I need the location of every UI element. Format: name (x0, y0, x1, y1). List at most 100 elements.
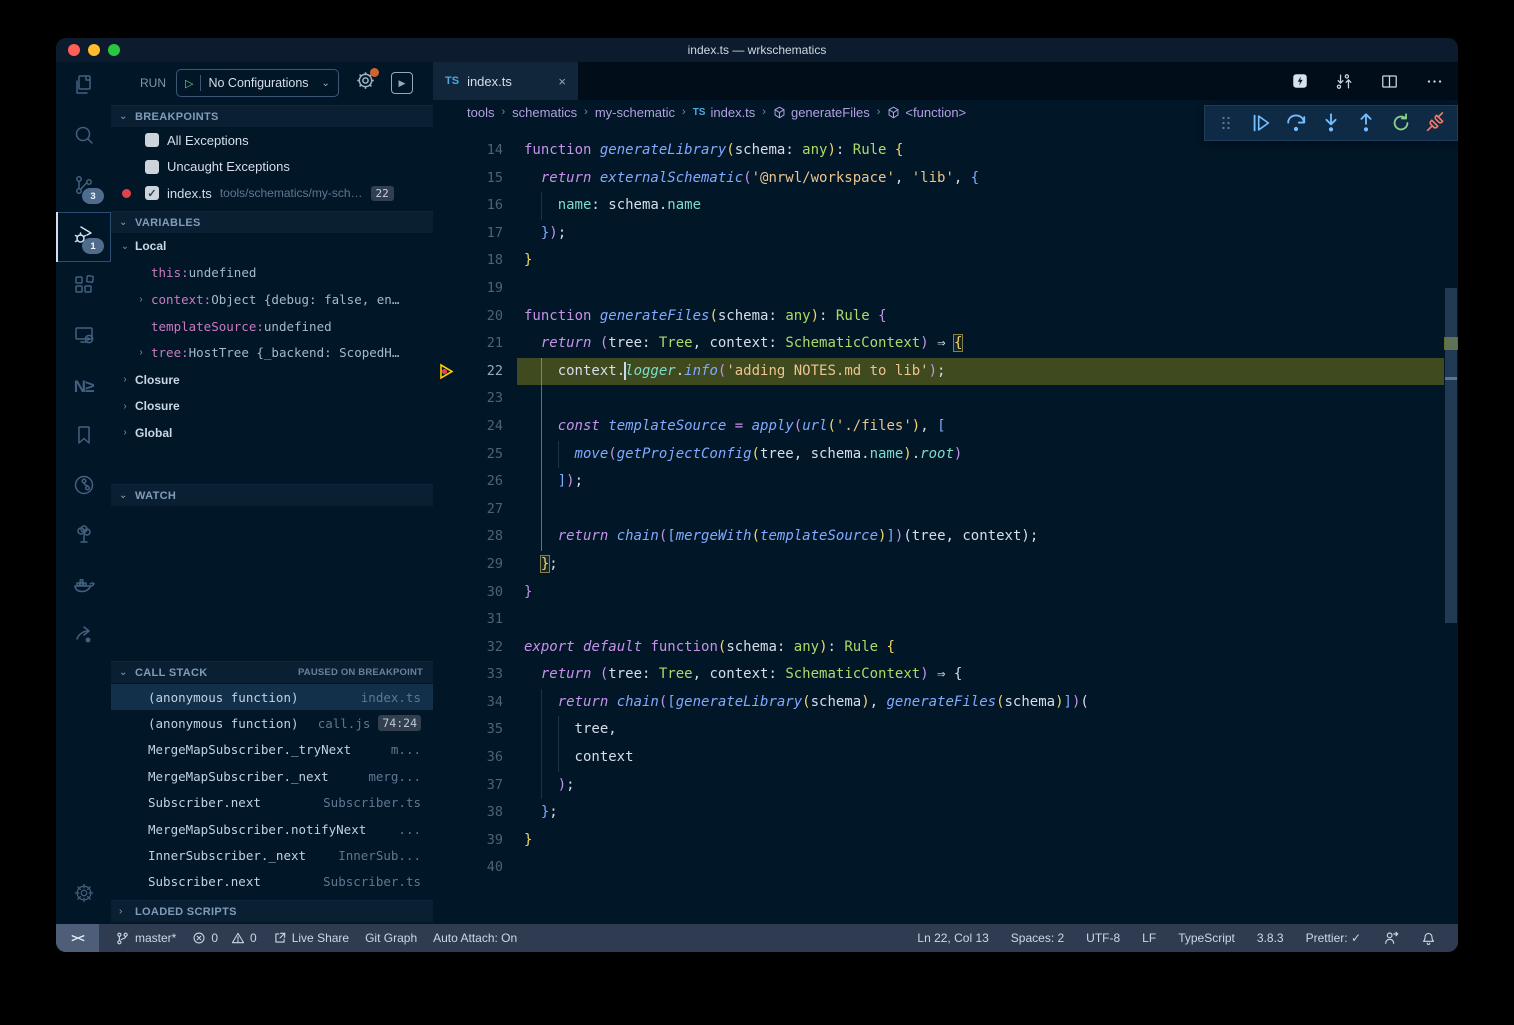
close-tab-icon[interactable]: × (558, 74, 566, 89)
call-stack-frame[interactable]: (anonymous function)call.js74:24 (111, 710, 433, 736)
activity-item-run-debug[interactable]: 1 (56, 212, 111, 262)
code-line[interactable]: 32export default function(schema: any): … (433, 634, 1458, 662)
configure-launch-button[interactable] (356, 71, 375, 95)
status-git-graph[interactable]: Git Graph (365, 931, 417, 945)
code-line[interactable]: 31 (433, 606, 1458, 634)
status-language[interactable]: TypeScript (1178, 931, 1235, 945)
breakpoint-item[interactable]: ✓index.tstools/schematics/my-sch…22 (111, 180, 433, 206)
breadcrumb-item[interactable]: my-schematic (595, 105, 675, 120)
activity-item-live-share[interactable] (56, 612, 111, 662)
variables-scope-row[interactable]: ›Closure (111, 393, 433, 419)
variable-row[interactable]: templateSource: undefined (111, 313, 433, 339)
activity-item-docker[interactable] (56, 562, 111, 612)
tab-index-ts[interactable]: TS index.ts × (433, 62, 578, 100)
code-line[interactable]: 29}; (433, 551, 1458, 579)
variable-row[interactable]: ›context: Object {debug: false, en… (111, 286, 433, 312)
code-line[interactable]: 17}); (433, 220, 1458, 248)
traffic-lights[interactable] (68, 44, 120, 56)
loaded-scripts-section-header[interactable]: ›LOADED SCRIPTS (111, 900, 433, 922)
minimize-window-button[interactable] (88, 44, 100, 56)
code-line[interactable]: 38}; (433, 799, 1458, 827)
activity-item-source-control[interactable]: 3 (56, 162, 111, 212)
code-line[interactable]: 24const templateSource = apply(url('./fi… (433, 413, 1458, 441)
activity-item-nx-console[interactable]: N≥ (56, 362, 111, 412)
code-editor[interactable]: 14function generateLibrary(schema: any):… (433, 124, 1458, 924)
checkbox-unchecked[interactable] (145, 160, 159, 174)
activity-item-gitlens[interactable] (56, 462, 111, 512)
activity-item-remote-explorer[interactable] (56, 312, 111, 362)
maximize-window-button[interactable] (108, 44, 120, 56)
code-line[interactable]: 23 (433, 385, 1458, 413)
status-eol[interactable]: LF (1142, 931, 1156, 945)
title-bar[interactable]: index.ts — wrkschematics (56, 38, 1458, 62)
call-stack-frame[interactable]: MergeMapSubscriber._nextmerg... (111, 763, 433, 789)
call-stack-frame[interactable]: InnerSubscriber._nextInnerSub... (111, 842, 433, 868)
call-stack-frame[interactable]: Subscriber.nextSubscriber.ts (111, 790, 433, 816)
start-debug-icon[interactable]: ▷ (185, 77, 193, 90)
code-line[interactable]: 37); (433, 772, 1458, 800)
breakpoint-item[interactable]: All Exceptions (111, 127, 433, 153)
code-line[interactable]: 28return chain([mergeWith(templateSource… (433, 523, 1458, 551)
activity-item-search[interactable] (56, 112, 111, 162)
status-auto-attach[interactable]: Auto Attach: On (433, 931, 517, 945)
code-line[interactable]: 35tree, (433, 716, 1458, 744)
open-debug-console-button[interactable]: ▶ (391, 72, 413, 94)
code-line[interactable]: 26]); (433, 468, 1458, 496)
close-window-button[interactable] (68, 44, 80, 56)
checkbox-checked[interactable]: ✓ (145, 186, 159, 200)
checkbox-unchecked[interactable] (145, 133, 159, 147)
call-stack-frame[interactable]: MergeMapSubscriber.notifyNext... (111, 816, 433, 842)
disconnect-button[interactable] (1420, 108, 1450, 138)
step-over-button[interactable] (1281, 108, 1311, 138)
gitlens-changes-icon[interactable] (1291, 72, 1309, 90)
code-line[interactable]: 22context.logger.info('adding NOTES.md t… (433, 358, 1458, 386)
status-indentation[interactable]: Spaces: 2 (1011, 931, 1064, 945)
activity-item-explorer[interactable] (56, 62, 111, 112)
code-line[interactable]: 16name: schema.name (433, 192, 1458, 220)
status-live-share[interactable]: Live Share (273, 931, 349, 945)
code-line[interactable]: 34return chain([generateLibrary(schema),… (433, 689, 1458, 717)
code-line[interactable]: 30} (433, 579, 1458, 607)
call-stack-frame[interactable]: Subscriber.nextSubscriber.ts (111, 869, 433, 895)
code-line[interactable]: 27 (433, 496, 1458, 524)
status-prettier[interactable]: Prettier: ✓ (1306, 931, 1361, 945)
status-encoding[interactable]: UTF-8 (1086, 931, 1120, 945)
activity-item-extensions[interactable] (56, 262, 111, 312)
breadcrumb-item[interactable]: tools (467, 105, 494, 120)
status-branch[interactable]: master* (115, 931, 176, 946)
status-ts-version[interactable]: 3.8.3 (1257, 931, 1284, 945)
step-out-button[interactable] (1351, 108, 1381, 138)
breadcrumb-item[interactable]: <function> (887, 105, 966, 120)
scrollbar-thumb[interactable] (1445, 288, 1457, 623)
variable-row[interactable]: ›tree: HostTree {_backend: ScopedH… (111, 340, 433, 366)
status-problems[interactable]: 00 (192, 931, 256, 945)
launch-configuration-dropdown[interactable]: ▷ No Configurations ⌄ (176, 69, 339, 97)
code-line[interactable]: 39} (433, 827, 1458, 855)
breakpoints-section-header[interactable]: ⌄BREAKPOINTS (111, 105, 433, 127)
breakpoint-item[interactable]: Uncaught Exceptions (111, 154, 433, 180)
restart-button[interactable] (1386, 108, 1416, 138)
breadcrumb-item[interactable]: generateFiles (773, 105, 870, 120)
status-notifications[interactable] (1421, 931, 1436, 946)
call-stack-frame[interactable]: MergeMapSubscriber._tryNextm... (111, 737, 433, 763)
code-line[interactable]: 20function generateFiles(schema: any): R… (433, 303, 1458, 331)
code-line[interactable]: 19 (433, 275, 1458, 303)
split-editor-icon[interactable] (1380, 72, 1399, 91)
variable-row[interactable]: this: undefined (111, 260, 433, 286)
code-line[interactable]: 18} (433, 247, 1458, 275)
code-line[interactable]: 21return (tree: Tree, context: Schematic… (433, 330, 1458, 358)
code-line[interactable]: 36context (433, 744, 1458, 772)
code-line[interactable]: 15return externalSchematic('@nrwl/worksp… (433, 165, 1458, 193)
activity-item-settings[interactable] (56, 870, 111, 920)
status-feedback[interactable] (1383, 930, 1399, 946)
status-cursor-position[interactable]: Ln 22, Col 13 (917, 931, 988, 945)
activity-item-bookmarks[interactable] (56, 412, 111, 462)
code-line[interactable]: 40 (433, 854, 1458, 882)
remote-indicator[interactable]: >< (56, 924, 99, 952)
editor-scrollbar[interactable] (1444, 124, 1458, 924)
variables-scope-row[interactable]: ⌄Local (111, 233, 433, 259)
call-stack-frame[interactable]: (anonymous function)index.ts (111, 684, 433, 710)
compare-changes-icon[interactable] (1335, 72, 1354, 91)
variables-scope-row[interactable]: ›Closure (111, 367, 433, 393)
breadcrumb-item[interactable]: schematics (512, 105, 577, 120)
